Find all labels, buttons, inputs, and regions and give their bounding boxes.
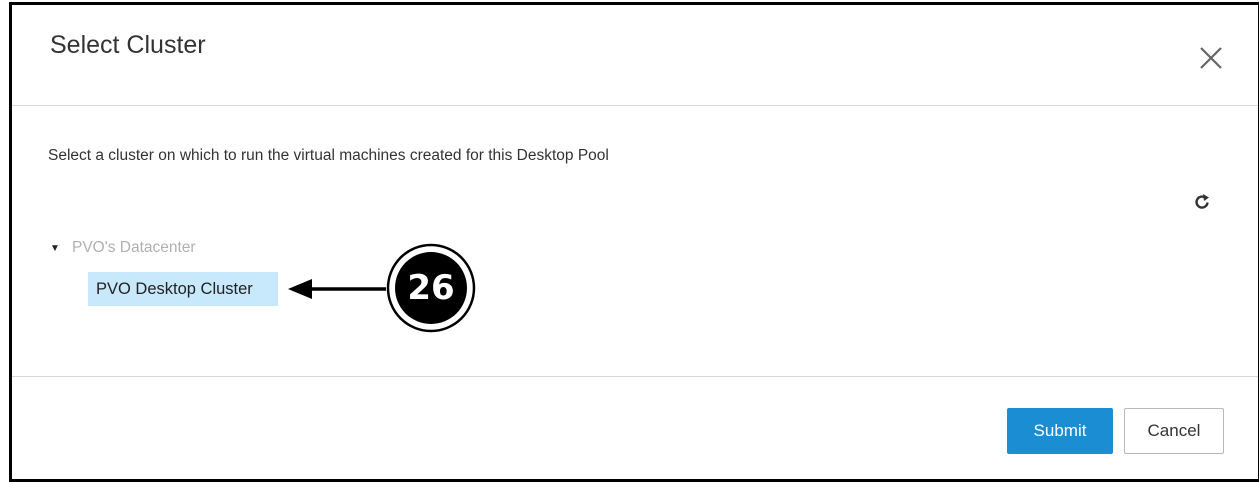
tree-node-cluster[interactable]: PVO Desktop Cluster	[88, 272, 278, 306]
tree-node-datacenter[interactable]: PVO's Datacenter	[72, 239, 196, 257]
dialog-description: Select a cluster on which to run the vir…	[48, 147, 609, 164]
dialog-header: Select Cluster	[12, 5, 1258, 106]
cancel-button[interactable]: Cancel	[1124, 408, 1224, 454]
dialog-title: Select Cluster	[50, 31, 206, 59]
select-cluster-dialog: Select Cluster Select a cluster on which…	[9, 2, 1259, 482]
close-icon[interactable]	[1198, 45, 1224, 71]
refresh-icon[interactable]	[1192, 192, 1212, 212]
caret-down-icon[interactable]: ▼	[50, 243, 60, 254]
submit-button[interactable]: Submit	[1007, 408, 1113, 454]
footer-divider	[12, 376, 1258, 377]
callout-number: 26	[407, 268, 455, 308]
